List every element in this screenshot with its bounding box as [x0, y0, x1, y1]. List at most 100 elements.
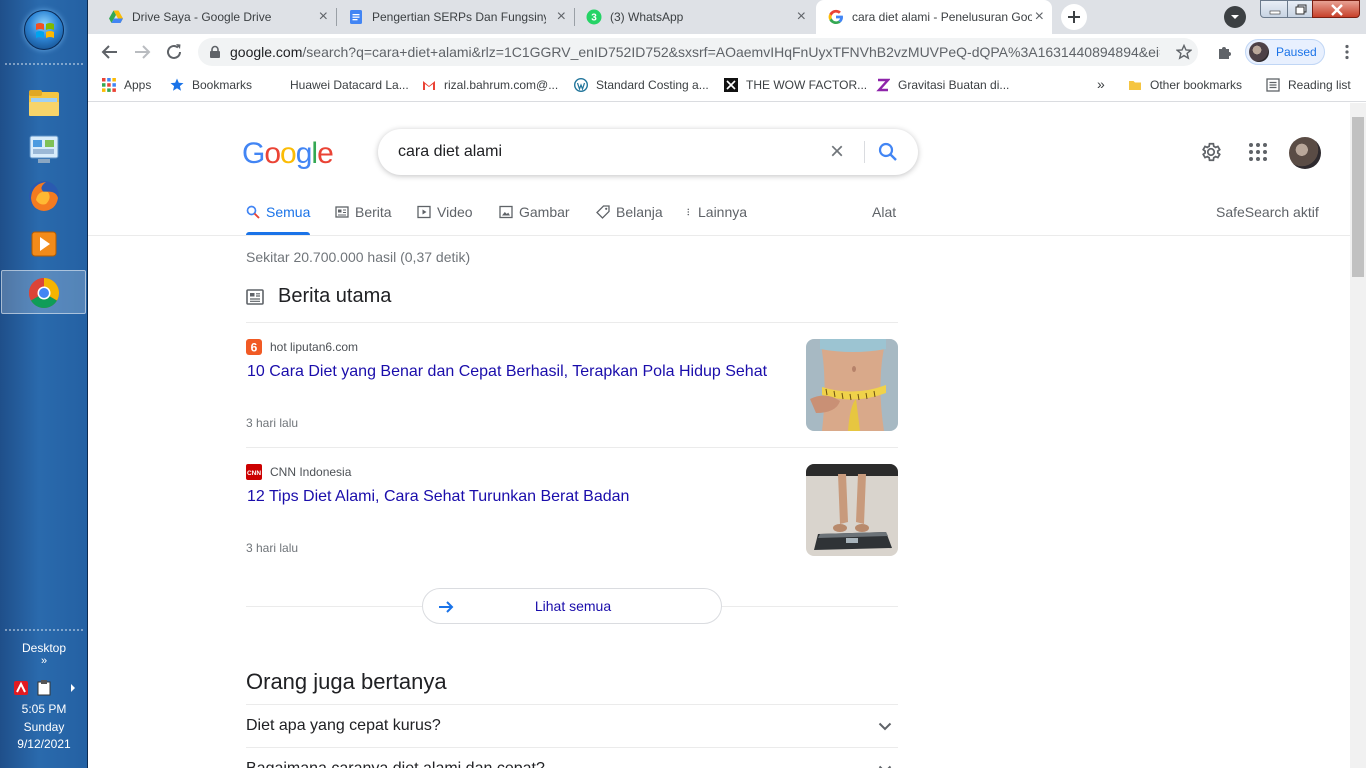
- search-input[interactable]: cara diet alami: [398, 143, 502, 161]
- close-window-button[interactable]: [1312, 0, 1360, 18]
- control-panel-taskbar-app[interactable]: [22, 130, 66, 170]
- bookmark-apps[interactable]: Apps: [102, 78, 151, 92]
- media-player-taskbar-app[interactable]: [22, 224, 66, 264]
- windows-start-button[interactable]: [24, 10, 64, 50]
- bookmark-other[interactable]: Other bookmarks: [1128, 78, 1242, 92]
- arrow-left-icon: [101, 45, 117, 59]
- bookmark-label: THE WOW FACTOR...: [746, 78, 868, 92]
- tab-google-search[interactable]: cara diet alami - Penelusuran Google ×: [816, 0, 1052, 34]
- bookmark-label: Standard Costing a...: [596, 78, 709, 92]
- chrome-taskbar-app[interactable]: [1, 270, 86, 314]
- tab-pengertian-serps[interactable]: Pengertian SERPs Dan Fungsinya ×: [336, 0, 574, 34]
- chrome-icon: [28, 278, 60, 309]
- bookmark-huawei[interactable]: Huawei Datacard La...: [268, 78, 409, 92]
- news-headline-link[interactable]: 12 Tips Diet Alami, Cara Sehat Turunkan …: [247, 488, 629, 506]
- restore-button[interactable]: [1287, 0, 1313, 18]
- search-box[interactable]: cara diet alami ×: [378, 129, 918, 175]
- settings-gear-icon[interactable]: [1200, 141, 1222, 163]
- tab-whatsapp[interactable]: 3 (3) WhatsApp ×: [574, 0, 814, 34]
- tab-title: Pengertian SERPs Dan Fungsinya: [372, 10, 546, 24]
- top-stories-header: Berita utama: [246, 285, 391, 308]
- profile-paused-chip[interactable]: Paused: [1245, 39, 1325, 65]
- bookmark-star-icon[interactable]: [1176, 44, 1192, 60]
- new-tab-button[interactable]: [1061, 4, 1087, 30]
- windows-logo-icon: [36, 23, 54, 38]
- bookmark-label: Reading list: [1288, 78, 1351, 92]
- tab-google-drive[interactable]: Drive Saya - Google Drive ×: [96, 0, 336, 34]
- window-controls: [1260, 0, 1366, 20]
- reload-icon: [167, 44, 181, 59]
- news-item[interactable]: 6 hot liputan6.com 10 Cara Diet yang Ben…: [246, 339, 898, 463]
- paa-question[interactable]: Bagaimana caranya diet alami dan cepat?: [246, 747, 898, 768]
- google-apps-icon[interactable]: [1247, 141, 1269, 163]
- svg-text:3: 3: [591, 13, 597, 24]
- clock-date[interactable]: 9/12/2021: [0, 737, 88, 751]
- minimize-button[interactable]: [1260, 0, 1288, 18]
- bookmarks-overflow-button[interactable]: »: [1097, 76, 1105, 92]
- account-avatar[interactable]: [1289, 137, 1321, 169]
- taskbar-grip[interactable]: [4, 62, 84, 67]
- google-g-icon: [828, 9, 843, 24]
- safesearch-status[interactable]: SafeSearch aktif: [1216, 204, 1319, 220]
- paused-label: Paused: [1276, 45, 1317, 59]
- avira-tray-icon[interactable]: [14, 681, 28, 695]
- apps-grid-icon: [102, 78, 116, 92]
- clipboard-tray-icon[interactable]: [37, 680, 51, 696]
- kebab-menu-icon[interactable]: [1338, 43, 1356, 61]
- view-all-news-button[interactable]: Lihat semua: [422, 588, 722, 624]
- page-scrollbar[interactable]: [1350, 103, 1366, 768]
- clear-search-icon[interactable]: ×: [830, 140, 844, 164]
- firefox-taskbar-app[interactable]: [22, 176, 66, 216]
- tab-video[interactable]: Video: [417, 204, 473, 220]
- tab-close-icon[interactable]: ×: [1035, 9, 1044, 25]
- explorer-taskbar-app[interactable]: [22, 84, 66, 124]
- google-logo[interactable]: Google: [242, 137, 334, 171]
- tab-belanja[interactable]: Belanja: [596, 204, 663, 220]
- desktop-expand-icon[interactable]: »: [0, 655, 88, 667]
- bookmark-reading-list[interactable]: Reading list: [1266, 78, 1351, 92]
- top-stories-title: Berita utama: [278, 285, 392, 307]
- tab-lainnya[interactable]: Lainnya: [686, 204, 747, 220]
- profile-avatar: [1249, 42, 1269, 62]
- logo-letter: e: [317, 137, 334, 170]
- people-also-ask-title: Orang juga bertanya: [246, 669, 447, 694]
- desktop-toolbar-label[interactable]: Desktop: [0, 641, 88, 655]
- bookmark-standard-costing[interactable]: Standard Costing a...: [574, 78, 709, 92]
- bookmark-wow-factor[interactable]: THE WOW FACTOR...: [724, 78, 867, 92]
- tab-close-icon[interactable]: ×: [557, 9, 566, 25]
- news-icon: [246, 288, 264, 305]
- bookmark-gmail[interactable]: rizal.bahrum.com@...: [422, 78, 558, 92]
- news-source: CNN CNN Indonesia: [246, 464, 351, 480]
- tab-label: Berita: [355, 204, 392, 220]
- reload-button[interactable]: [161, 39, 187, 65]
- browser-toolbar: google.com/search?q=cara+diet+alami&rlz=…: [88, 34, 1366, 70]
- news-thumbnail[interactable]: [806, 339, 898, 431]
- tab-gambar[interactable]: Gambar: [499, 204, 570, 220]
- news-time: 3 hari lalu: [246, 416, 299, 430]
- tab-semua[interactable]: Semua: [246, 204, 310, 220]
- svg-text:6: 6: [251, 341, 258, 355]
- news-headline-link[interactable]: 10 Cara Diet yang Benar dan Cepat Berhas…: [247, 363, 767, 381]
- tab-berita[interactable]: Berita: [335, 204, 392, 220]
- paa-question[interactable]: Diet apa yang cepat kurus?: [246, 704, 898, 746]
- reading-list-icon: [1266, 78, 1280, 92]
- back-button[interactable]: [97, 39, 123, 65]
- extensions-puzzle-icon[interactable]: [1216, 43, 1234, 61]
- tab-search-button[interactable]: [1224, 6, 1246, 28]
- tab-close-icon[interactable]: ×: [319, 9, 328, 25]
- search-icon[interactable]: [877, 141, 899, 163]
- forward-button[interactable]: [129, 39, 155, 65]
- tray-overflow-icon[interactable]: [71, 684, 75, 692]
- clock-day[interactable]: Sunday: [0, 720, 88, 734]
- bookmark-gravitasi[interactable]: Gravitasi Buatan di...: [876, 78, 1009, 92]
- taskbar-grip-bottom[interactable]: [4, 628, 84, 633]
- address-bar[interactable]: google.com/search?q=cara+diet+alami&rlz=…: [198, 38, 1198, 66]
- scrollbar-thumb[interactable]: [1352, 117, 1364, 277]
- bookmark-label: Other bookmarks: [1150, 78, 1243, 92]
- news-item[interactable]: CNN CNN Indonesia 12 Tips Diet Alami, Ca…: [246, 464, 898, 588]
- tab-close-icon[interactable]: ×: [797, 9, 806, 25]
- tools-button[interactable]: Alat: [872, 204, 896, 220]
- clock-time[interactable]: 5:05 PM: [0, 702, 88, 716]
- news-thumbnail[interactable]: [806, 464, 898, 556]
- bookmark-bookmarks[interactable]: Bookmarks: [170, 78, 252, 92]
